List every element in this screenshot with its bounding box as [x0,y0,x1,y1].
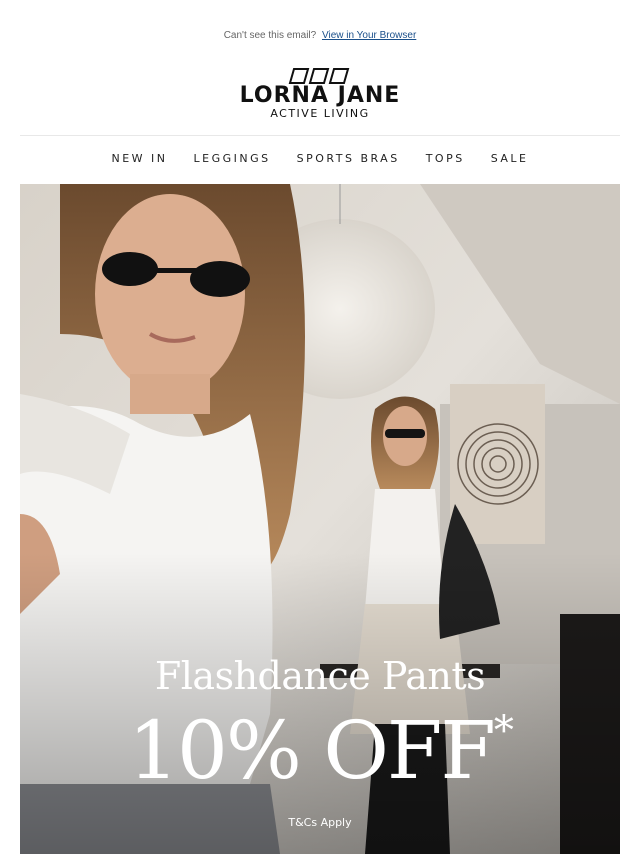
nav-item-sale[interactable]: SALE [491,152,529,165]
view-in-browser-link[interactable]: View in Your Browser [322,30,416,41]
nav-item-sports-bras[interactable]: SPORTS BRAS [297,152,400,165]
brand-tagline: ACTIVE LIVING [270,107,370,120]
preheader: Can't see this email? View in Your Brows… [0,30,640,41]
hero-offer: 10% OFF* [20,706,620,796]
brand-name: LORNA JANE [239,83,401,108]
logo-mark-icon [288,68,350,84]
hero-offer-asterisk: * [493,708,514,754]
preheader-text: Can't see this email? [223,30,317,41]
nav-item-new-in[interactable]: NEW IN [111,152,167,165]
nav-item-leggings[interactable]: LEGGINGS [194,152,271,165]
nav-item-tops[interactable]: TOPS [426,152,465,165]
brand-logo[interactable]: LORNA JANE ACTIVE LIVING [0,68,640,120]
header-divider [20,135,620,136]
hero-banner[interactable]: Flashdance Pants 10% OFF* T&Cs Apply [20,184,620,854]
main-nav: NEW IN LEGGINGS SPORTS BRAS TOPS SALE [0,152,640,165]
hero-offer-text: 10% OFF [128,704,496,797]
hero-title: Flashdance Pants [154,654,486,698]
tcs-apply-link[interactable]: T&Cs Apply [20,816,620,829]
